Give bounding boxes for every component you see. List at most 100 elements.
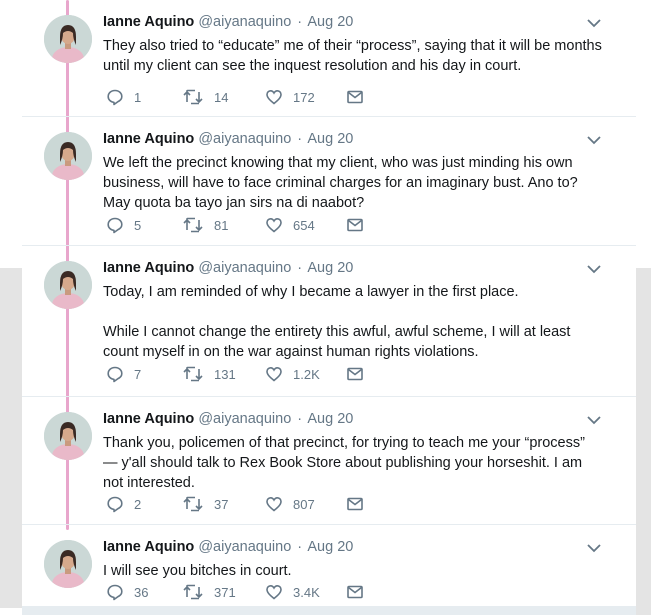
reply-icon (107, 584, 123, 601)
tweet-thread: Ianne Aquino @aiyanaquino · Aug 20 They … (22, 0, 636, 606)
avatar[interactable] (44, 540, 92, 588)
direct-message-button[interactable] (346, 494, 364, 514)
reply-icon (107, 366, 123, 383)
retweet-button[interactable]: 14 (182, 87, 228, 107)
reply-button[interactable]: 7 (106, 364, 141, 384)
author-name[interactable]: Ianne Aquino (103, 539, 194, 555)
retweet-button[interactable]: 131 (182, 364, 236, 384)
avatar[interactable] (44, 412, 92, 460)
separator-dot: · (297, 260, 303, 276)
author-name[interactable]: Ianne Aquino (103, 411, 194, 427)
like-button[interactable]: 1.2K (265, 364, 320, 384)
reply-count: 36 (134, 584, 149, 600)
heart-icon (266, 496, 282, 512)
direct-message-button[interactable] (346, 364, 364, 384)
tweet-date[interactable]: Aug 20 (307, 14, 353, 30)
direct-message-icon (347, 90, 363, 104)
avatar[interactable] (44, 261, 92, 309)
reply-button[interactable]: 2 (106, 494, 141, 514)
right-backdrop (636, 0, 651, 615)
retweet-button[interactable]: 37 (182, 494, 228, 514)
tweet[interactable]: Ianne Aquino @aiyanaquino · Aug 20 Thank… (22, 397, 636, 525)
tweet-text: Thank you, policemen of that precinct, f… (103, 435, 589, 491)
tweet-header: Ianne Aquino @aiyanaquino · Aug 20 (103, 14, 353, 30)
tweet-text: I will see you bitches in court. (103, 563, 292, 579)
reply-button[interactable]: 5 (106, 215, 141, 235)
direct-message-icon (347, 497, 363, 511)
tweet-text: Today, I am reminded of why I became a l… (103, 284, 571, 360)
direct-message-button[interactable] (346, 582, 364, 602)
author-handle[interactable]: @aiyanaquino (198, 131, 291, 147)
like-count: 1.2K (293, 366, 320, 382)
author-handle[interactable]: @aiyanaquino (198, 260, 291, 276)
reply-button[interactable]: 36 (106, 582, 148, 602)
retweet-button[interactable]: 81 (182, 215, 228, 235)
tweet-header: Ianne Aquino @aiyanaquino · Aug 20 (103, 260, 353, 276)
retweet-count: 37 (214, 496, 229, 512)
separator-dot: · (297, 411, 303, 427)
retweet-icon (183, 366, 203, 382)
chevron-down-icon[interactable] (586, 262, 602, 276)
direct-message-icon (347, 367, 363, 381)
reply-icon (107, 89, 123, 106)
direct-message-button[interactable] (346, 215, 364, 235)
tweet-text: We left the precinct knowing that my cli… (103, 155, 582, 211)
tweet-actions: 7 131 1.2K (103, 364, 403, 384)
like-count: 807 (293, 496, 315, 512)
tweet-date[interactable]: Aug 20 (307, 131, 353, 147)
tweet[interactable]: Ianne Aquino @aiyanaquino · Aug 20 We le… (22, 117, 636, 246)
direct-message-button[interactable] (346, 87, 364, 107)
like-button[interactable]: 172 (265, 87, 315, 107)
retweet-button[interactable]: 371 (182, 582, 236, 602)
chevron-down-icon[interactable] (586, 541, 602, 555)
retweet-count: 81 (214, 217, 229, 233)
tweet-actions: 5 81 654 (103, 215, 403, 235)
tweet-actions: 36 371 3.4K (103, 582, 403, 602)
avatar[interactable] (44, 132, 92, 180)
chevron-down-icon[interactable] (586, 16, 602, 30)
reply-count: 2 (134, 496, 142, 512)
chevron-down-icon[interactable] (586, 413, 602, 427)
author-handle[interactable]: @aiyanaquino (198, 14, 291, 30)
tweet-header: Ianne Aquino @aiyanaquino · Aug 20 (103, 539, 353, 555)
author-name[interactable]: Ianne Aquino (103, 260, 194, 276)
avatar[interactable] (44, 15, 92, 63)
reply-icon (107, 496, 123, 513)
like-count: 3.4K (293, 584, 320, 600)
tweet-date[interactable]: Aug 20 (307, 539, 353, 555)
reply-count: 5 (134, 217, 142, 233)
chevron-down-icon[interactable] (586, 133, 602, 147)
left-backdrop (0, 0, 22, 615)
tweet[interactable]: Ianne Aquino @aiyanaquino · Aug 20 They … (22, 0, 636, 117)
tweet-date[interactable]: Aug 20 (307, 411, 353, 427)
author-name[interactable]: Ianne Aquino (103, 14, 194, 30)
retweet-count: 131 (214, 366, 236, 382)
retweet-icon (183, 496, 203, 512)
tweet-header: Ianne Aquino @aiyanaquino · Aug 20 (103, 131, 353, 147)
like-button[interactable]: 654 (265, 215, 315, 235)
retweet-icon (183, 217, 203, 233)
like-count: 654 (293, 217, 315, 233)
retweet-count: 371 (214, 584, 236, 600)
author-handle[interactable]: @aiyanaquino (198, 411, 291, 427)
direct-message-icon (347, 585, 363, 599)
tweet[interactable]: Ianne Aquino @aiyanaquino · Aug 20 Today… (22, 246, 636, 397)
tweet[interactable]: Ianne Aquino @aiyanaquino · Aug 20 I wil… (22, 525, 636, 605)
like-button[interactable]: 807 (265, 494, 315, 514)
heart-icon (266, 89, 282, 105)
author-name[interactable]: Ianne Aquino (103, 131, 194, 147)
heart-icon (266, 366, 282, 382)
heart-icon (266, 584, 282, 600)
tweet-actions: 1 14 172 (103, 87, 403, 107)
like-count: 172 (293, 89, 315, 105)
retweet-count: 14 (214, 89, 229, 105)
author-handle[interactable]: @aiyanaquino (198, 539, 291, 555)
like-button[interactable]: 3.4K (265, 582, 320, 602)
tweet-actions: 2 37 807 (103, 494, 403, 514)
reply-button[interactable]: 1 (106, 87, 141, 107)
heart-icon (266, 217, 282, 233)
separator-dot: · (297, 539, 303, 555)
tweet-date[interactable]: Aug 20 (307, 260, 353, 276)
retweet-icon (183, 584, 203, 600)
reply-count: 1 (134, 89, 142, 105)
